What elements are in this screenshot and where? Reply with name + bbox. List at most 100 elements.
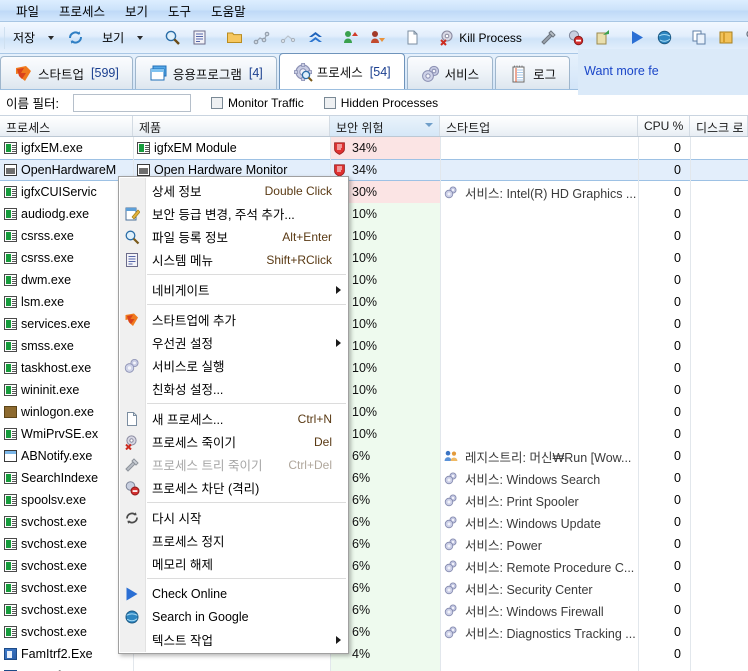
- view-dropdown-button[interactable]: [129, 25, 151, 51]
- table-row[interactable]: wininit.exe 10% 0: [0, 379, 748, 401]
- table-row[interactable]: audiodg.exe 10% 0: [0, 203, 748, 225]
- startup-text: 서비스: Print Spooler: [465, 494, 579, 509]
- table-row[interactable]: winlogon.exe 10% 0: [0, 401, 748, 423]
- exe-icon: [4, 494, 17, 506]
- menu-view[interactable]: 보기: [115, 0, 158, 22]
- table-row[interactable]: lsm.exe 10% 0: [0, 291, 748, 313]
- table-row[interactable]: dwm.exe 10% 0: [0, 269, 748, 291]
- context-menu-item[interactable]: 서비스로 실행: [119, 354, 348, 377]
- details-button[interactable]: [186, 25, 213, 51]
- context-menu-item[interactable]: 시스템 메뉴 Shift+RClick: [119, 248, 348, 271]
- save-button[interactable]: 저장: [8, 25, 40, 51]
- name-filter-input[interactable]: [72, 93, 191, 112]
- connections-button[interactable]: [275, 25, 302, 51]
- refresh-button[interactable]: [62, 25, 89, 51]
- tree-button[interactable]: [248, 25, 275, 51]
- menu-tools[interactable]: 도구: [158, 0, 201, 22]
- context-menu-item[interactable]: 상세 정보 Double Click: [119, 179, 348, 202]
- column-header-startup[interactable]: 스타트업: [440, 116, 638, 136]
- exe-icon: [4, 252, 17, 264]
- column-header-disk[interactable]: 디스크 로: [690, 116, 748, 136]
- context-menu-item[interactable]: Search in Google: [119, 605, 348, 628]
- table-row[interactable]: FamItrfc.Exe 4% 0: [0, 665, 748, 671]
- toolbar-grip[interactable]: [4, 26, 5, 49]
- tools-button[interactable]: [535, 25, 562, 51]
- column-header-cpu[interactable]: CPU %: [638, 116, 690, 136]
- save-dropdown-button[interactable]: [40, 25, 62, 51]
- tab-services[interactable]: 서비스: [406, 56, 494, 89]
- context-menu-item[interactable]: 새 프로세스... Ctrl+N: [119, 407, 348, 430]
- context-menu-item[interactable]: 프로세스 정지: [119, 529, 348, 552]
- abc-search-button[interactable]: ABC: [740, 25, 748, 51]
- table-row[interactable]: igfxEM.exe igfxEM Module 34% 0: [0, 137, 748, 159]
- context-menu-item[interactable]: 프로세스 죽이기 Del: [119, 430, 348, 453]
- export-button[interactable]: [589, 25, 616, 51]
- context-menu-item[interactable]: 스타트업에 추가: [119, 308, 348, 331]
- context-menu-item[interactable]: 프로세스 차단 (격리): [119, 476, 348, 499]
- table-row[interactable]: smss.exe 10% 0: [0, 335, 748, 357]
- table-row[interactable]: spoolsv.exe 6% 서비스: Print Spooler 0: [0, 489, 748, 511]
- context-menu-item[interactable]: 텍스트 작업: [119, 628, 348, 651]
- table-row[interactable]: OpenHardwareM Open Hardware Monitor 34% 0: [0, 159, 748, 181]
- tab-applications[interactable]: 응용프로그램 [4]: [134, 56, 277, 89]
- context-menu-item[interactable]: 네비게이트: [119, 278, 348, 301]
- table-row[interactable]: igfxCUIServic 30% 서비스: Intel(R) HD Graphic…: [0, 181, 748, 203]
- table-row[interactable]: taskhost.exe 10% 0: [0, 357, 748, 379]
- kill-process-button[interactable]: Kill Process: [434, 25, 527, 51]
- cpu-value: 0: [674, 603, 681, 617]
- table-row[interactable]: svchost.exe 6% 서비스: Windows Firewall 0: [0, 599, 748, 621]
- table-row[interactable]: WmiPrvSE.ex 10% 0: [0, 423, 748, 445]
- hidden-processes-checkbox[interactable]: Hidden Processes: [323, 96, 438, 110]
- globe-button[interactable]: [651, 25, 678, 51]
- context-menu-item[interactable]: Check Online: [119, 582, 348, 605]
- view-button[interactable]: 보기: [97, 25, 129, 51]
- tab-startup[interactable]: 스타트업 [599]: [0, 56, 133, 89]
- context-menu-item[interactable]: 파일 등록 정보 Alt+Enter: [119, 225, 348, 248]
- context-menu-item[interactable]: 친화성 설정...: [119, 377, 348, 400]
- tab-processes[interactable]: 프로세스 [54]: [278, 53, 405, 89]
- context-menu-item[interactable]: 보안 등급 변경, 주석 추가...: [119, 202, 348, 225]
- context-menu-item[interactable]: 메모리 해제: [119, 552, 348, 575]
- table-row[interactable]: svchost.exe 6% 서비스: Security Center 0: [0, 577, 748, 599]
- menu-help[interactable]: 도움말: [201, 0, 256, 22]
- column-header-security-risk[interactable]: 보안 위험: [330, 116, 440, 136]
- monitor-traffic-checkbox[interactable]: Monitor Traffic: [210, 96, 304, 110]
- table-row[interactable]: FamItrf2.Exe 4% 0: [0, 643, 748, 665]
- search-button[interactable]: [159, 25, 186, 51]
- table-row[interactable]: svchost.exe 6% 서비스: Windows Update 0: [0, 511, 748, 533]
- table-row[interactable]: svchost.exe 6% 서비스: Diagnostics Tracking .…: [0, 621, 748, 643]
- table-row[interactable]: svchost.exe 6% 서비스: Power 0: [0, 533, 748, 555]
- menu-process[interactable]: 프로세스: [49, 0, 115, 22]
- console-button[interactable]: [624, 25, 651, 51]
- tab-log[interactable]: 로그: [495, 56, 571, 89]
- promo-banner[interactable]: Want more fe: [578, 48, 748, 95]
- folder-button[interactable]: [221, 25, 248, 51]
- library-button[interactable]: [713, 25, 740, 51]
- block-button[interactable]: [562, 25, 589, 51]
- column-header-process[interactable]: 프로세스: [0, 116, 133, 136]
- cell-disk: [690, 160, 748, 180]
- context-menu-item[interactable]: 우선권 설정: [119, 331, 348, 354]
- export-icon: [594, 29, 611, 46]
- menu-file[interactable]: 파일: [6, 0, 49, 22]
- context-menu-item-shortcut: Ctrl+Del: [288, 457, 332, 472]
- new-file-button[interactable]: [399, 25, 426, 51]
- cpu-value: 0: [674, 317, 681, 331]
- context-menu-item: 프로세스 트리 죽이기 Ctrl+Del: [119, 453, 348, 476]
- process-context-menu[interactable]: 상세 정보 Double Click 보안 등급 변경, 주석 추가... 파일 등록…: [118, 176, 349, 654]
- copy-button[interactable]: [686, 25, 713, 51]
- gear-icon: [444, 560, 458, 573]
- column-header-product[interactable]: 제품: [133, 116, 330, 136]
- process-list[interactable]: igfxEM.exe igfxEM Module 34% 0 OpenHardwareM…: [0, 137, 748, 671]
- context-menu-item[interactable]: 다시 시작: [119, 506, 348, 529]
- table-row[interactable]: services.exe 10% 0: [0, 313, 748, 335]
- table-row[interactable]: SearchIndexe 6% 서비스: Windows Search 0: [0, 467, 748, 489]
- user-out-button[interactable]: [364, 25, 391, 51]
- user-in-button[interactable]: [337, 25, 364, 51]
- table-row[interactable]: csrss.exe 10% 0: [0, 247, 748, 269]
- table-row[interactable]: svchost.exe 6% 서비스: Remote Procedure C... 0: [0, 555, 748, 577]
- collapse-button[interactable]: [302, 25, 329, 51]
- table-row[interactable]: ABNotify.exe 6% 레지스트리: 머신₩Run [Wow... 0: [0, 445, 748, 467]
- table-row[interactable]: csrss.exe 10% 0: [0, 225, 748, 247]
- cell-process: svchost.exe: [0, 533, 133, 555]
